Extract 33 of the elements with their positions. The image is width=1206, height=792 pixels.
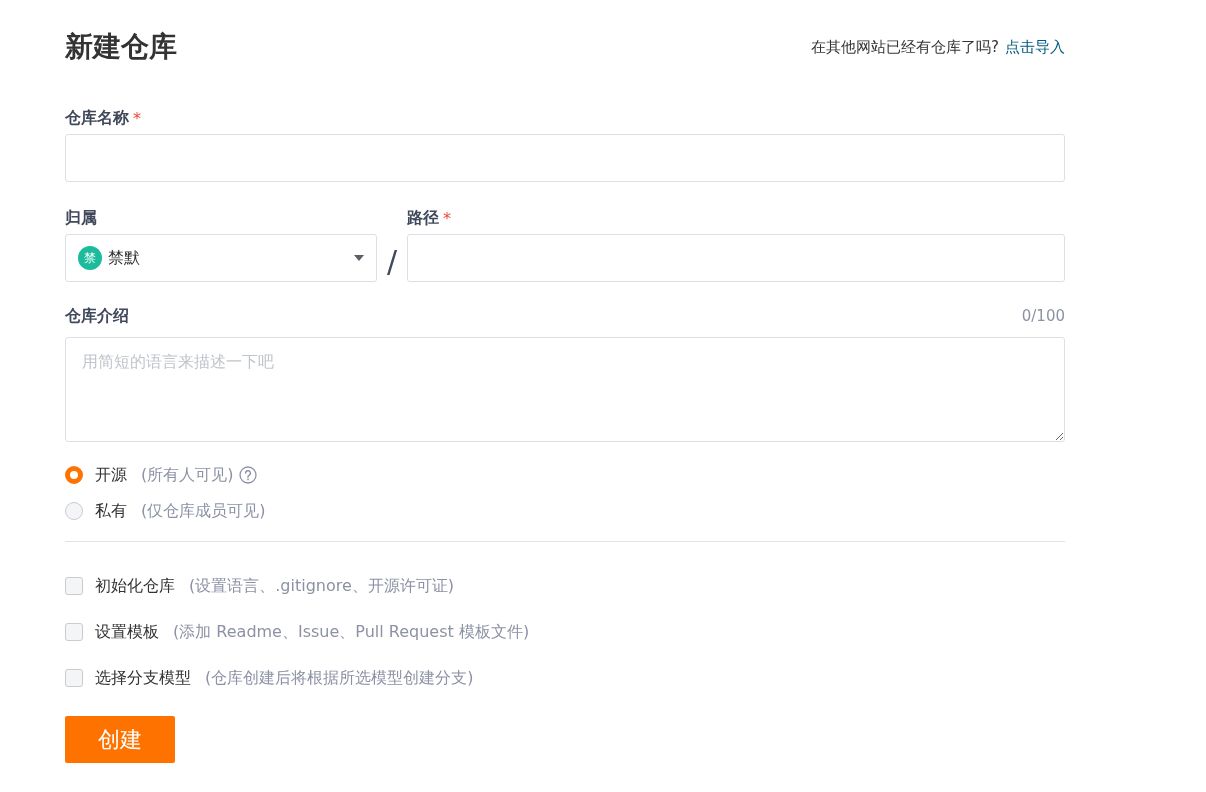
help-icon[interactable] bbox=[239, 466, 258, 484]
option-label: 选择分支模型 bbox=[95, 667, 191, 689]
field-label: 仓库介绍 bbox=[65, 305, 129, 327]
option-hint: (仅仓库成员可见) bbox=[141, 500, 266, 522]
import-prompt: 在其他网站已经有仓库了吗? bbox=[811, 37, 999, 57]
path-field[interactable] bbox=[407, 234, 1065, 282]
field-label: 路径 bbox=[407, 207, 439, 229]
checkbox[interactable] bbox=[65, 577, 83, 595]
owner-select[interactable]: 禁 禁默 bbox=[65, 234, 377, 282]
import-link[interactable]: 点击导入 bbox=[1005, 37, 1065, 57]
option-label: 初始化仓库 bbox=[95, 575, 175, 597]
page-title: 新建仓库 bbox=[65, 29, 177, 65]
avatar-icon: 禁 bbox=[78, 246, 102, 270]
radio-button[interactable] bbox=[65, 502, 83, 520]
path-separator: / bbox=[385, 243, 399, 281]
option-label: 开源 bbox=[95, 464, 127, 486]
option-label: 私有 bbox=[95, 500, 127, 522]
char-counter: 0/100 bbox=[1021, 307, 1065, 325]
field-label: 仓库名称 bbox=[65, 107, 129, 129]
option-label: 设置模板 bbox=[95, 621, 159, 643]
checkbox[interactable] bbox=[65, 669, 83, 687]
required-mark: * bbox=[443, 208, 451, 228]
option-hint: (设置语言、.gitignore、开源许可证) bbox=[189, 575, 455, 597]
checkbox[interactable] bbox=[65, 623, 83, 641]
name-field[interactable] bbox=[65, 134, 1065, 182]
required-mark: * bbox=[133, 108, 141, 128]
caret-icon bbox=[354, 255, 364, 261]
owner-value: 禁默 bbox=[108, 247, 140, 269]
radio-button[interactable] bbox=[65, 466, 83, 484]
option-hint: (仓库创建后将根据所选模型创建分支) bbox=[205, 667, 474, 689]
option-hint: (添加 Readme、Issue、Pull Request 模板文件) bbox=[173, 621, 530, 643]
option-hint: (所有人可见) bbox=[141, 464, 234, 486]
field-label: 归属 bbox=[65, 207, 97, 229]
